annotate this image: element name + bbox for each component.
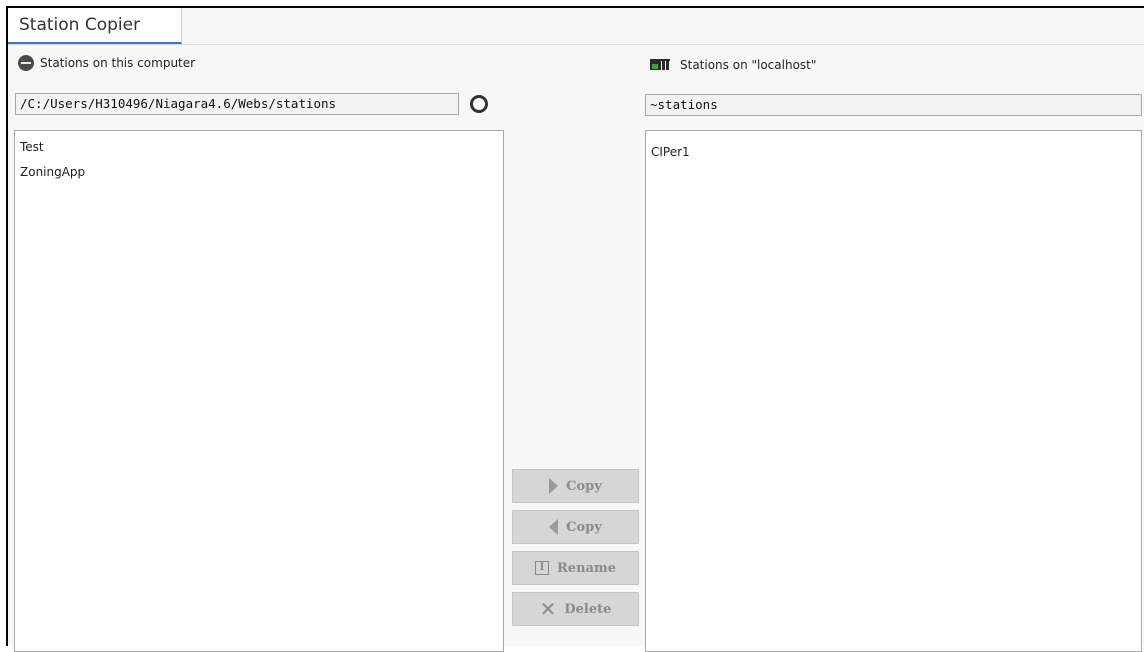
station-copier-view: Station Copier Stations on this computer… — [6, 6, 1144, 652]
list-item[interactable]: ZoningApp — [15, 160, 503, 185]
delete-button[interactable]: ✕ Delete — [512, 592, 639, 626]
local-stations-header: Stations on this computer — [18, 54, 195, 72]
list-item[interactable]: CIPer1 — [646, 140, 1141, 165]
copy-to-local-button[interactable]: Copy — [512, 510, 639, 544]
arrow-right-icon — [549, 478, 559, 494]
hard-drive-icon — [18, 55, 34, 71]
tab-station-copier[interactable]: Station Copier — [8, 8, 182, 44]
station-icon — [650, 59, 674, 71]
rename-icon: I — [535, 561, 549, 575]
delete-label: Delete — [564, 601, 612, 617]
delete-icon: ✕ — [539, 597, 557, 621]
browse-icon[interactable] — [470, 95, 488, 113]
remote-stations-header: Stations on "localhost" — [650, 56, 816, 74]
remote-path-field[interactable]: ~stations — [645, 94, 1142, 116]
local-stations-header-label: Stations on this computer — [40, 56, 196, 70]
rename-button[interactable]: I Rename — [512, 551, 639, 585]
tab-strip: Station Copier — [8, 8, 1144, 45]
remote-stations-header-label: Stations on "localhost" — [680, 58, 817, 72]
arrow-left-icon — [549, 519, 559, 535]
remote-stations-list[interactable]: CIPer1 — [645, 130, 1142, 652]
rename-label: Rename — [557, 560, 616, 576]
local-path-field[interactable]: /C:/Users/H310496/Niagara4.6/Webs/statio… — [15, 93, 459, 115]
list-item[interactable]: Test — [15, 135, 503, 160]
copy-to-remote-button[interactable]: Copy — [512, 469, 639, 503]
copy-to-local-label: Copy — [566, 519, 602, 535]
local-stations-list[interactable]: Test ZoningApp — [14, 130, 504, 652]
copy-to-remote-label: Copy — [566, 478, 602, 494]
